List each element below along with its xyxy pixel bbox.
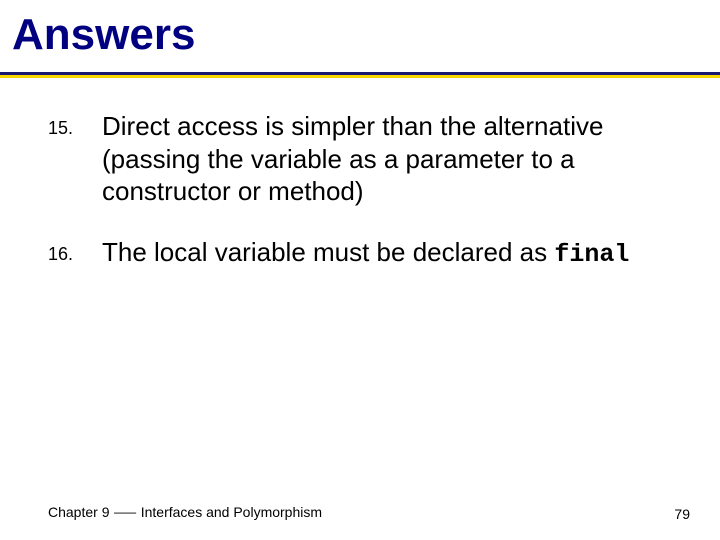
list-item: 15. Direct access is simpler than the al… [48, 110, 680, 208]
item-text-prefix: The local variable must be declared as [102, 237, 554, 267]
footer-chapter: Chapter 9 ⸺ Interfaces and Polymorphism [48, 502, 322, 522]
slide-body: 15. Direct access is simpler than the al… [48, 110, 680, 298]
item-number: 16. [48, 236, 102, 265]
title-rule-yellow [0, 75, 720, 78]
item-text: Direct access is simpler than the altern… [102, 110, 680, 208]
item-text: The local variable must be declared as f… [102, 236, 680, 270]
slide-title: Answers [12, 10, 195, 60]
slide: Answers 15. Direct access is simpler tha… [0, 0, 720, 540]
item-number: 15. [48, 110, 102, 139]
list-item: 16. The local variable must be declared … [48, 236, 680, 270]
footer-page-number: 79 [674, 506, 690, 522]
item-code: final [554, 240, 629, 269]
